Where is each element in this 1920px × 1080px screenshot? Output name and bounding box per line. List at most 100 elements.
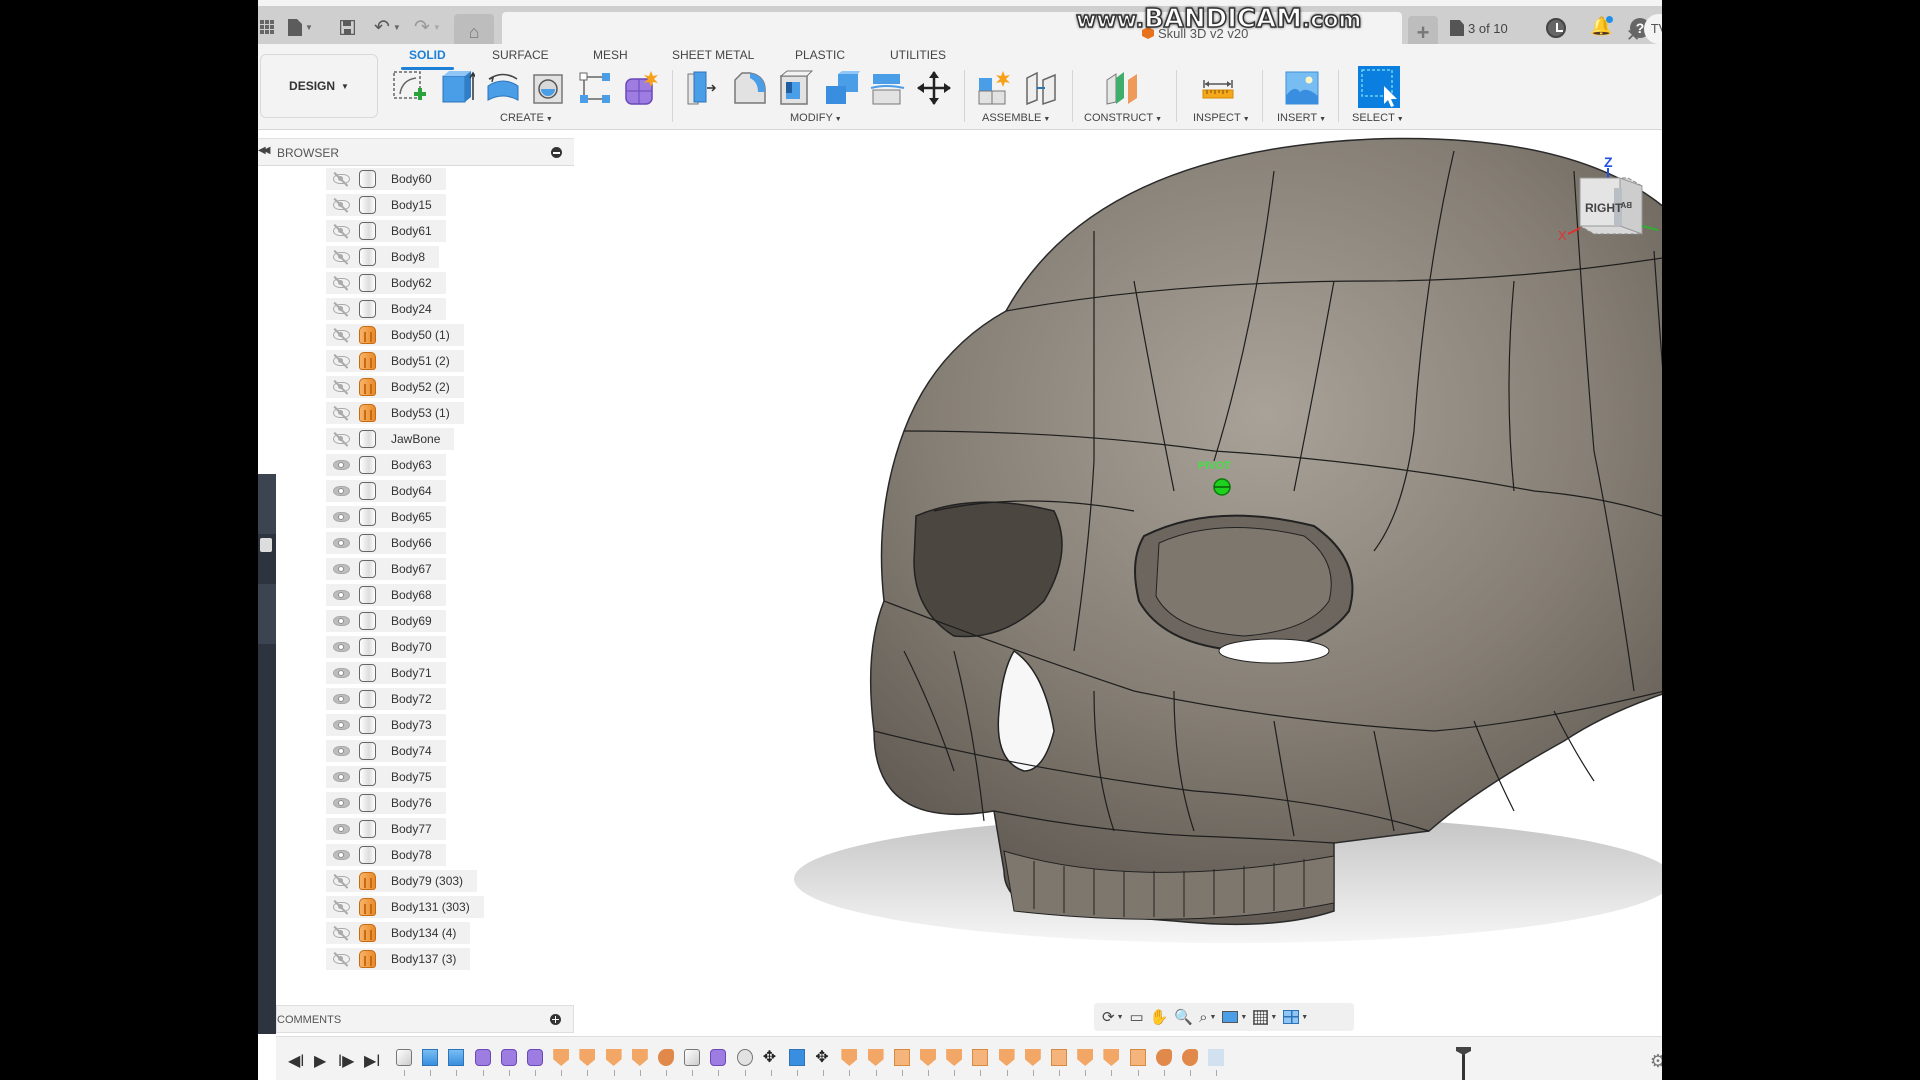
- version-indicator[interactable]: 3 of 10: [1450, 20, 1508, 36]
- browser-item[interactable]: Body73: [326, 714, 446, 736]
- assemble-group-menu[interactable]: ASSEMBLE ▼: [982, 112, 1050, 124]
- timeline-feature-split[interactable]: [1182, 1049, 1198, 1066]
- eye-hidden-icon[interactable]: [330, 896, 356, 918]
- offset-plane-button[interactable]: [1104, 70, 1140, 106]
- eye-hidden-icon[interactable]: [330, 220, 356, 242]
- construct-group-menu[interactable]: CONSTRUCT ▼: [1084, 112, 1162, 124]
- browser-item[interactable]: Body76: [326, 792, 446, 814]
- timeline-feature-mesh-op[interactable]: [1077, 1049, 1094, 1066]
- redo-button[interactable]: ↷ ▼: [414, 16, 441, 38]
- browser-item[interactable]: Body77: [326, 818, 446, 840]
- browser-item[interactable]: Body137 (3): [326, 948, 471, 970]
- modify-group-menu[interactable]: MODIFY ▼: [790, 112, 842, 124]
- timeline-feature-mesh-section[interactable]: [1051, 1049, 1067, 1066]
- eye-visible-icon[interactable]: [330, 506, 356, 528]
- measure-button[interactable]: [1200, 70, 1236, 106]
- eye-hidden-icon[interactable]: [330, 376, 356, 398]
- browser-item[interactable]: Body65: [326, 506, 446, 528]
- view-cube[interactable]: Z RIGHT BA X: [1558, 150, 1662, 250]
- dock-segment[interactable]: [258, 474, 276, 534]
- eye-visible-icon[interactable]: [330, 454, 356, 476]
- timeline-feature-sketch[interactable]: [396, 1049, 412, 1066]
- eye-visible-icon[interactable]: [330, 610, 356, 632]
- job-status-clock-icon[interactable]: [1546, 18, 1566, 38]
- timeline-feature-mesh-op[interactable]: [605, 1049, 622, 1066]
- browser-item[interactable]: Body51 (2): [326, 350, 464, 372]
- eye-hidden-icon[interactable]: [330, 922, 356, 944]
- zoom-button[interactable]: 🔍: [1174, 1008, 1193, 1026]
- eye-hidden-icon[interactable]: [330, 350, 356, 372]
- timeline-feature-form[interactable]: [500, 1049, 517, 1066]
- fillet-button[interactable]: [732, 70, 768, 106]
- timeline-feature-form[interactable]: [710, 1049, 727, 1066]
- eye-hidden-icon[interactable]: [330, 298, 356, 320]
- tab-utilities[interactable]: UTILITIES: [890, 48, 946, 62]
- browser-item[interactable]: Body60: [326, 168, 446, 190]
- timeline-feature-canvas[interactable]: [422, 1049, 439, 1066]
- browser-item[interactable]: Body131 (303): [326, 896, 484, 918]
- insert-canvas-button[interactable]: [1284, 70, 1320, 106]
- browser-item[interactable]: Body72: [326, 688, 446, 710]
- timeline-feature-move[interactable]: ✥: [815, 1049, 831, 1066]
- eye-hidden-icon[interactable]: [330, 870, 356, 892]
- browser-item[interactable]: Body79 (303): [326, 870, 478, 892]
- browser-item[interactable]: Body8: [326, 246, 440, 268]
- grid-settings-button[interactable]: ▼: [1253, 1009, 1277, 1025]
- add-comment-button[interactable]: [550, 1014, 561, 1025]
- step-back-icon[interactable]: ◀ǀ: [288, 1051, 304, 1071]
- viewports-button[interactable]: ▼: [1283, 1010, 1308, 1024]
- tab-mesh[interactable]: MESH: [593, 48, 628, 62]
- eye-visible-icon[interactable]: [330, 766, 356, 788]
- shell-button[interactable]: [778, 70, 814, 106]
- timeline-feature-form[interactable]: [474, 1049, 491, 1066]
- timeline-marker[interactable]: [1462, 1049, 1465, 1080]
- timeline-feature-mesh-op[interactable]: [1024, 1049, 1041, 1066]
- window-select-button[interactable]: [1358, 66, 1400, 108]
- timeline-feature-mesh-op[interactable]: [841, 1049, 858, 1066]
- step-forward-icon[interactable]: ǀ▶: [338, 1051, 354, 1071]
- eye-hidden-icon[interactable]: [330, 948, 356, 970]
- browser-item[interactable]: Body78: [326, 844, 446, 866]
- browser-item[interactable]: Body62: [326, 272, 446, 294]
- browser-item[interactable]: Body71: [326, 662, 446, 684]
- collapse-panel-icon[interactable]: ◀◀: [258, 145, 271, 156]
- camera-icon[interactable]: [260, 538, 272, 552]
- timeline-feature-split[interactable]: [658, 1049, 674, 1066]
- browser-item[interactable]: Body64: [326, 480, 446, 502]
- timeline-feature-sketch[interactable]: [684, 1049, 701, 1066]
- timeline-feature-inactive[interactable]: [1208, 1049, 1225, 1066]
- eye-visible-icon[interactable]: [330, 532, 356, 554]
- display-settings-button[interactable]: ▼: [1222, 1011, 1247, 1023]
- browser-item[interactable]: Body67: [326, 558, 446, 580]
- eye-visible-icon[interactable]: [330, 740, 356, 762]
- eye-visible-icon[interactable]: [330, 480, 356, 502]
- timeline-feature-form[interactable]: [527, 1049, 543, 1066]
- browser-item[interactable]: Body69: [326, 610, 446, 632]
- insert-group-menu[interactable]: INSERT ▼: [1277, 112, 1326, 124]
- timeline-feature-mesh-section[interactable]: [893, 1049, 910, 1066]
- undo-button[interactable]: ↶ ▼: [374, 16, 401, 38]
- browser-item[interactable]: Body15: [326, 194, 446, 216]
- eye-hidden-icon[interactable]: [330, 168, 356, 190]
- tab-surface[interactable]: SURFACE: [492, 48, 549, 62]
- browser-item[interactable]: Body134 (4): [326, 922, 471, 944]
- browser-item[interactable]: Body74: [326, 740, 446, 762]
- eye-visible-icon[interactable]: [330, 636, 356, 658]
- new-component-button[interactable]: [977, 70, 1013, 106]
- file-menu-button[interactable]: ▼: [288, 16, 313, 38]
- timeline-feature-mesh-section[interactable]: [972, 1049, 989, 1066]
- eye-hidden-icon[interactable]: [330, 324, 356, 346]
- eye-visible-icon[interactable]: [330, 792, 356, 814]
- timeline-feature-combine[interactable]: [736, 1049, 753, 1066]
- timeline-feature-mesh-op[interactable]: [920, 1049, 936, 1066]
- look-at-button[interactable]: ▭: [1130, 1008, 1144, 1026]
- timeline-feature-mesh-op[interactable]: [631, 1049, 648, 1066]
- eye-hidden-icon[interactable]: [330, 246, 356, 268]
- eye-visible-icon[interactable]: [330, 714, 356, 736]
- browser-item[interactable]: Body68: [326, 584, 446, 606]
- eye-visible-icon[interactable]: [330, 662, 356, 684]
- inspect-group-menu[interactable]: INSPECT ▼: [1193, 112, 1250, 124]
- create-sketch-button[interactable]: [392, 70, 428, 106]
- browser-item[interactable]: Body75: [326, 766, 446, 788]
- browser-item[interactable]: Body66: [326, 532, 446, 554]
